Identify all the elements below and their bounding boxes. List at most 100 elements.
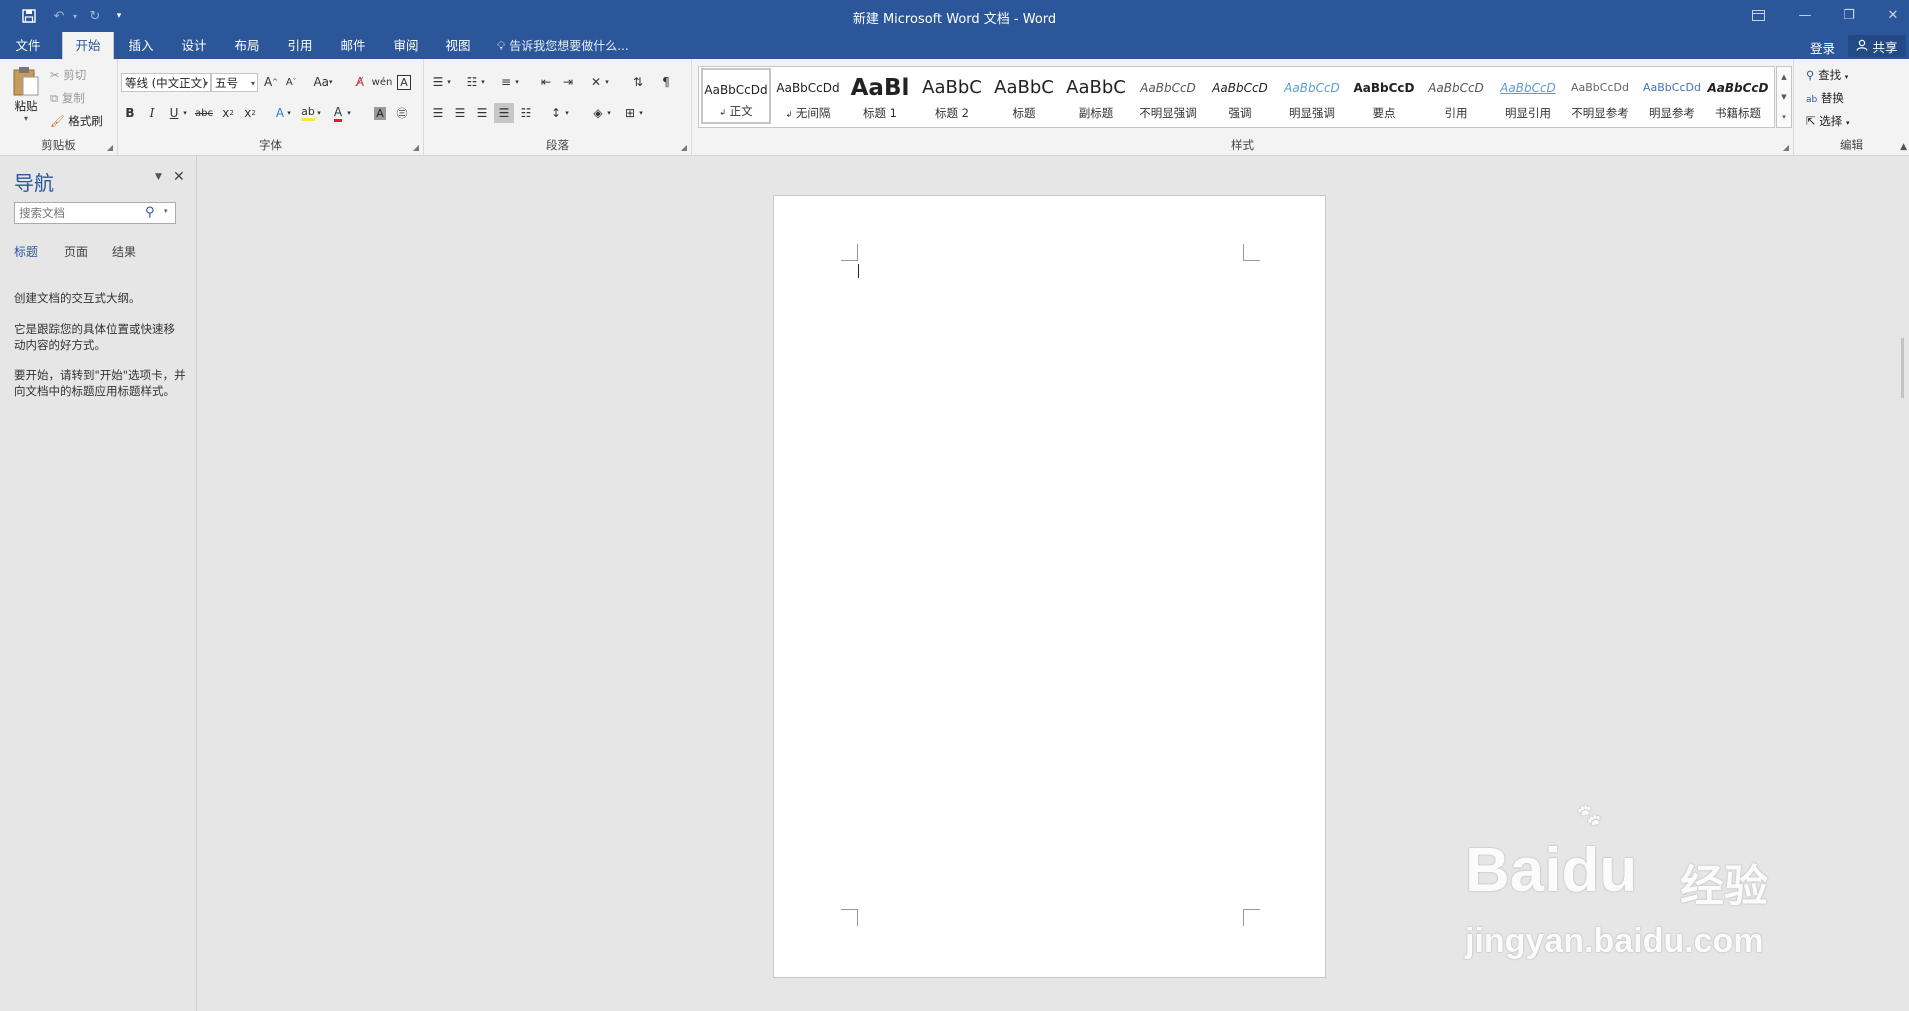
tab-design[interactable]: 设计 <box>171 32 217 59</box>
gallery-down-icon[interactable]: ▼ <box>1777 87 1791 107</box>
style-emphasis[interactable]: AaBbCcD 强调 <box>1205 68 1275 124</box>
find-dropdown-icon[interactable]: ▾ <box>1845 73 1849 81</box>
multilevel-list-dropdown-icon[interactable]: ▾ <box>512 72 522 92</box>
style-preview: AaBbCcD <box>1140 81 1196 95</box>
style-quote[interactable]: AaBbCcD 引用 <box>1421 68 1491 124</box>
tab-view[interactable]: 视图 <box>435 32 481 59</box>
style-book-title[interactable]: AaBbCcD 书籍标题 <box>1703 68 1773 124</box>
font-size-dropdown-icon[interactable]: ▾ <box>251 74 255 91</box>
text-effects-dropdown-icon[interactable]: ▾ <box>284 103 294 123</box>
phonetic-guide-icon[interactable]: wén <box>372 72 393 92</box>
clipboard-launcher-icon[interactable]: ◢ <box>107 143 113 152</box>
style-intense-emphasis[interactable]: AaBbCcD 明显强调 <box>1277 68 1347 124</box>
nav-tab-pages[interactable]: 页面 <box>64 243 88 260</box>
close-pane-icon[interactable]: ✕ <box>173 169 185 185</box>
replace-button[interactable]: ab 替换 <box>1806 90 1844 106</box>
align-left-icon[interactable]: ☰ <box>428 103 448 123</box>
search-dropdown-icon[interactable]: ▾ <box>164 207 168 215</box>
nav-tab-results[interactable]: 结果 <box>112 243 136 260</box>
shrink-font-icon[interactable]: Aˇ <box>281 72 301 92</box>
strikethrough-icon[interactable]: abc <box>194 103 214 123</box>
copy-button[interactable]: ⧉ 复制 <box>50 90 85 106</box>
style-no-spacing[interactable]: AaBbCcDd ↲ 无间隔 <box>773 68 843 124</box>
subscript-icon[interactable]: x2 <box>218 103 238 123</box>
show-marks-icon[interactable]: ¶ <box>656 72 676 92</box>
bold-icon[interactable]: B <box>120 103 140 123</box>
justify-icon[interactable]: ☰ <box>494 103 514 123</box>
align-center-icon[interactable]: ☰ <box>450 103 470 123</box>
gallery-up-icon[interactable]: ▲ <box>1777 67 1791 87</box>
select-dropdown-icon[interactable]: ▾ <box>1846 119 1850 127</box>
style-heading-2[interactable]: AaBbC 标题 2 <box>917 68 987 124</box>
font-name-combo[interactable]: 等线 (中文正文) ▾ <box>121 73 211 92</box>
copy-label: 复制 <box>61 91 85 105</box>
font-launcher-icon[interactable]: ◢ <box>413 143 419 152</box>
align-right-icon[interactable]: ☰ <box>472 103 492 123</box>
login-button[interactable]: 登录 <box>1810 38 1835 57</box>
ribbon-display-options-icon[interactable] <box>1744 4 1772 26</box>
format-painter-button[interactable]: 🖌︎ 格式刷 <box>50 113 103 129</box>
tab-references[interactable]: 引用 <box>277 32 323 59</box>
style-heading-1[interactable]: AaBl 标题 1 <box>845 68 915 124</box>
increase-indent-icon[interactable]: ⇥ <box>558 72 578 92</box>
bullets-dropdown-icon[interactable]: ▾ <box>444 72 454 92</box>
enclose-characters-icon[interactable]: ㊂ <box>392 103 412 123</box>
style-preview: AaBbCcDd <box>1571 81 1629 94</box>
pane-options-icon[interactable]: ▼ <box>155 172 162 182</box>
decrease-indent-icon[interactable]: ⇤ <box>536 72 556 92</box>
nav-tab-headings[interactable]: 标题 <box>14 243 38 260</box>
style-preview: AaBbC <box>922 77 982 98</box>
style-subtle-reference[interactable]: AaBbCcDd 不明显参考 <box>1565 68 1635 124</box>
paste-dropdown-icon[interactable]: ▾ <box>8 114 44 123</box>
search-input[interactable] <box>17 203 141 223</box>
find-button[interactable]: ⚲ 查找 ▾ <box>1806 67 1848 83</box>
tab-file[interactable]: 文件 <box>0 32 56 59</box>
shading-dropdown-icon[interactable]: ▾ <box>604 103 614 123</box>
minimize-icon[interactable]: — <box>1791 4 1819 26</box>
font-size-combo[interactable]: 五号 ▾ <box>211 73 258 92</box>
character-shading-icon[interactable]: A <box>370 103 390 123</box>
document-page[interactable] <box>773 195 1326 978</box>
change-case-icon[interactable]: Aa ▾ <box>308 72 338 92</box>
chinese-layout-dropdown-icon[interactable]: ▾ <box>602 72 612 92</box>
share-button[interactable]: 共享 <box>1848 35 1906 57</box>
style-intense-quote[interactable]: AaBbCcD 明显引用 <box>1493 68 1563 124</box>
style-title[interactable]: AaBbC 标题 <box>989 68 1059 124</box>
tell-me-box[interactable]: 💡︎ 告诉我您想要做什么... <box>497 37 629 54</box>
style-subtitle[interactable]: AaBbC 副标题 <box>1061 68 1131 124</box>
highlight-dropdown-icon[interactable]: ▾ <box>314 103 324 123</box>
styles-launcher-icon[interactable]: ◢ <box>1783 143 1789 152</box>
gallery-more-icon[interactable]: ▾ <box>1777 107 1791 127</box>
borders-dropdown-icon[interactable]: ▾ <box>636 103 646 123</box>
cut-button[interactable]: ✂ 剪切 <box>50 67 86 83</box>
character-border-icon[interactable]: A <box>394 72 414 92</box>
distributed-icon[interactable]: ☷ <box>516 103 536 123</box>
tab-layout[interactable]: 布局 <box>224 32 270 59</box>
italic-icon[interactable]: I <box>142 103 162 123</box>
select-button[interactable]: ⇱ 选择 ▾ <box>1806 113 1849 129</box>
sort-icon[interactable]: ⇅ <box>628 72 648 92</box>
style-intense-reference[interactable]: AaBbCcDd 明显参考 <box>1637 68 1707 124</box>
font-name-dropdown-icon[interactable]: ▾ <box>204 74 208 91</box>
style-strong[interactable]: AaBbCcD 要点 <box>1349 68 1419 124</box>
numbering-dropdown-icon[interactable]: ▾ <box>478 72 488 92</box>
underline-dropdown-icon[interactable]: ▾ <box>180 103 190 123</box>
restore-icon[interactable]: ❐ <box>1835 4 1863 26</box>
search-icon[interactable]: ⚲ <box>145 205 155 220</box>
paragraph-launcher-icon[interactable]: ◢ <box>681 143 687 152</box>
tab-mailings[interactable]: 邮件 <box>330 32 376 59</box>
font-color-dropdown-icon[interactable]: ▾ <box>344 103 354 123</box>
vertical-scrollbar[interactable] <box>1901 338 1904 398</box>
style-subtle-emphasis[interactable]: AaBbCcD 不明显强调 <box>1133 68 1203 124</box>
tab-review[interactable]: 审阅 <box>383 32 429 59</box>
close-window-icon[interactable]: ✕ <box>1879 4 1907 26</box>
collapse-ribbon-icon[interactable]: ▲ <box>1900 142 1907 152</box>
line-spacing-dropdown-icon[interactable]: ▾ <box>562 103 572 123</box>
clear-formatting-icon[interactable]: A̸ <box>350 72 370 92</box>
grow-font-icon[interactable]: A ^ <box>261 72 281 92</box>
tab-home[interactable]: 开始 <box>62 32 114 59</box>
tab-insert[interactable]: 插入 <box>118 32 164 59</box>
paste-button[interactable]: 粘贴 ▾ <box>8 65 44 127</box>
superscript-icon[interactable]: x2 <box>240 103 260 123</box>
style-normal[interactable]: AaBbCcDd ↲ 正文 <box>701 68 771 124</box>
